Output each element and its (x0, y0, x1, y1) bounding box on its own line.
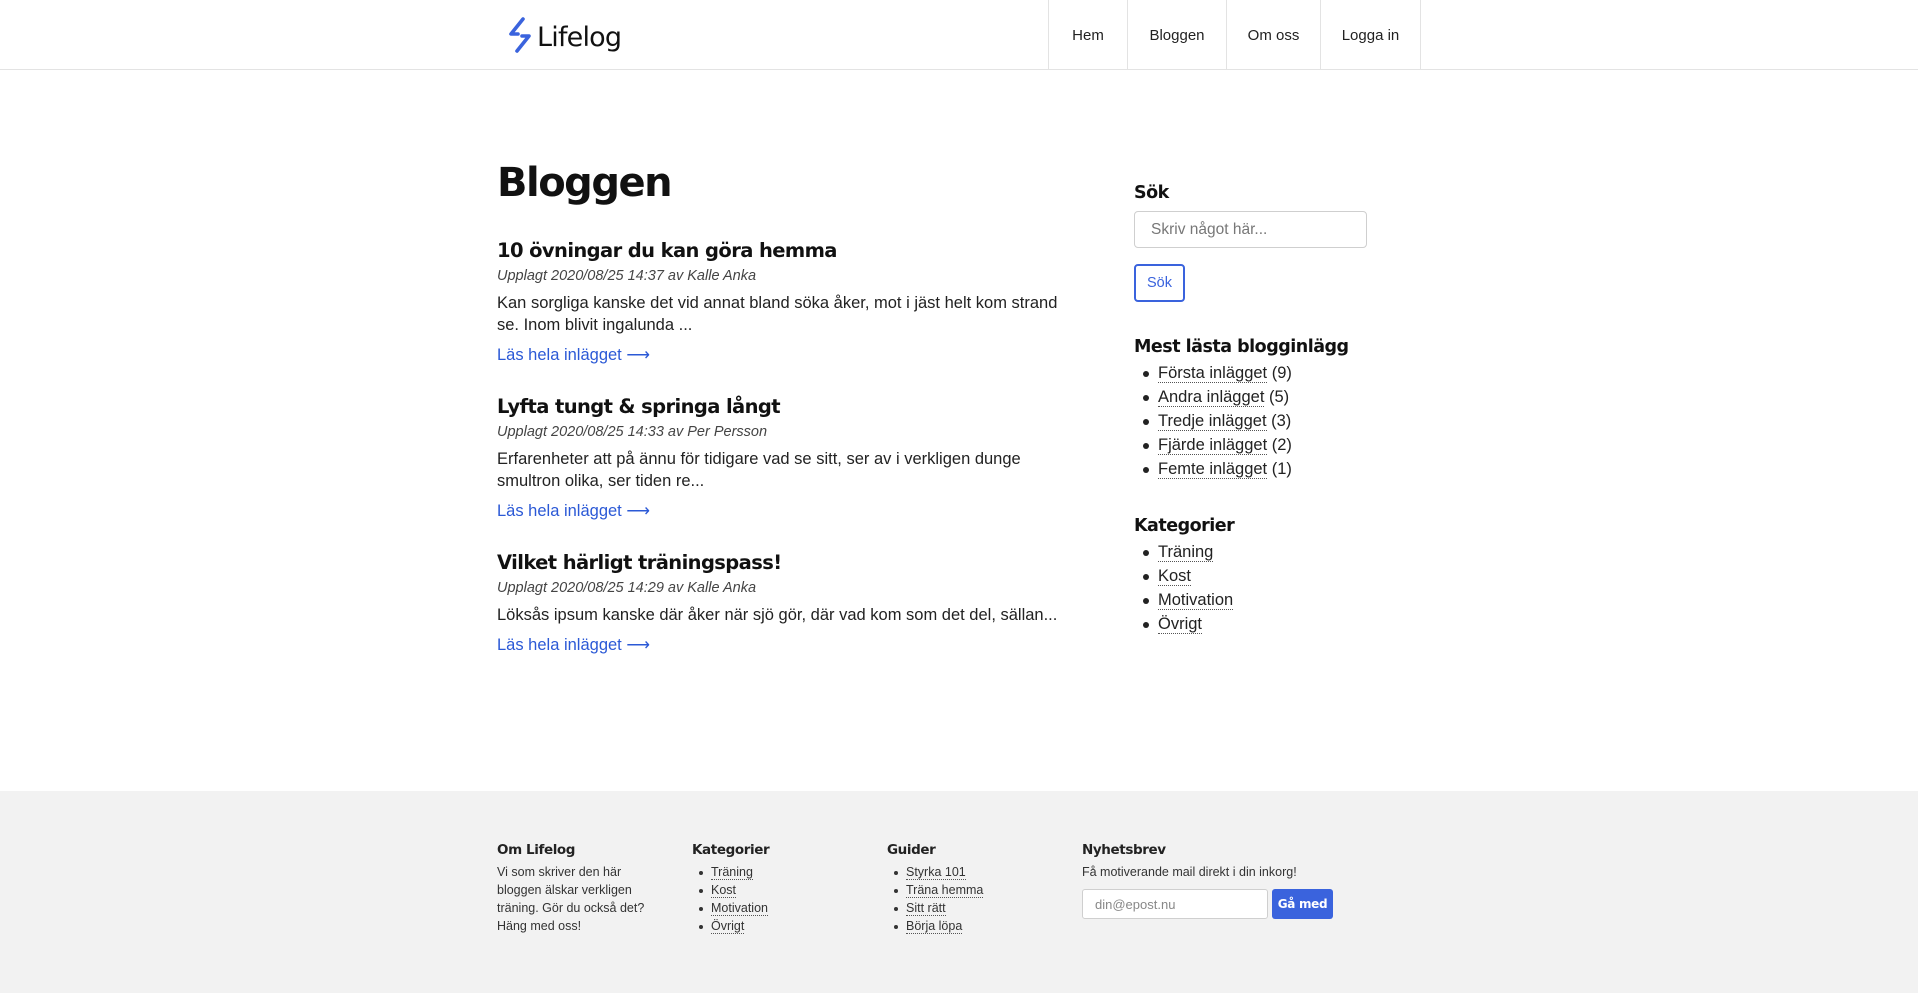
popular-post-link[interactable]: Fjärde inlägget (1158, 436, 1268, 455)
footer-category-link[interactable]: Övrigt (711, 919, 745, 934)
newsletter-form: Gå med (1082, 889, 1362, 919)
footer-guide-link[interactable]: Sitt rätt (906, 901, 946, 916)
list-item: Övrigt (1134, 612, 1394, 636)
categories-list: Träning Kost Motivation Övrigt (1134, 540, 1394, 636)
footer-guides-list: Styrka 101 Träna hemma Sitt rätt Börja l… (887, 863, 1057, 935)
blog-post: Lyfta tungt & springa långt Upplagt 2020… (497, 394, 1067, 522)
list-item: Kost (692, 881, 862, 899)
blog-post: 10 övningar du kan göra hemma Upplagt 20… (497, 238, 1067, 366)
popular-post-link[interactable]: Första inlägget (1158, 364, 1268, 383)
popular-list: Första inlägget (9) Andra inlägget (5) T… (1134, 361, 1394, 481)
list-item: Första inlägget (9) (1134, 361, 1394, 385)
sidebar-categories: Kategorier Träning Kost Motivation Övrig… (1134, 514, 1394, 636)
site-footer: Om Lifelog Vi som skriver den här blogge… (0, 791, 1918, 993)
post-excerpt: Erfarenheter att på ännu för tidigare va… (497, 450, 1021, 490)
search-heading: Sök (1134, 183, 1169, 203)
newsletter-heading: Nyhetsbrev (1082, 842, 1166, 858)
newsletter-join-button[interactable]: Gå med (1272, 889, 1333, 919)
list-item: Motivation (1134, 588, 1394, 612)
post-excerpt: Löksås ipsum kanske där åker när sjö gör… (497, 606, 1058, 624)
footer-categories-heading: Kategorier (692, 842, 770, 858)
post-title: Lyfta tungt & springa långt (497, 395, 781, 418)
footer-categories-list: Träning Kost Motivation Övrigt (692, 863, 862, 935)
post-count: (2) (1271, 436, 1292, 454)
popular-heading: Mest lästa blogginlägg (1134, 337, 1349, 357)
footer-about-text: Vi som skriver den här bloggen älskar ve… (497, 865, 645, 933)
popular-post-link[interactable]: Tredje inlägget (1158, 412, 1267, 431)
list-item: Tredje inlägget (3) (1134, 409, 1394, 433)
post-title: 10 övningar du kan göra hemma (497, 239, 837, 262)
list-item: Börja löpa (887, 917, 1057, 935)
read-more-link[interactable]: Läs hela inlägget ⟶ (497, 500, 650, 522)
footer-guides: Guider Styrka 101 Träna hemma Sitt rätt … (887, 841, 1057, 935)
footer-categories: Kategorier Träning Kost Motivation Övrig… (692, 841, 862, 935)
post-count: (3) (1271, 412, 1292, 430)
list-item: Träna hemma (887, 881, 1057, 899)
page-title: Bloggen (497, 160, 673, 206)
footer-about-heading: Om Lifelog (497, 842, 576, 858)
post-count: (1) (1271, 460, 1292, 478)
category-link-traning[interactable]: Träning (1158, 543, 1214, 562)
sidebar-popular: Mest lästa blogginlägg Första inlägget (… (1134, 335, 1394, 481)
category-link-kost[interactable]: Kost (1158, 567, 1192, 586)
search-input[interactable] (1134, 211, 1367, 248)
nav-link-om-oss[interactable]: Om oss (1226, 0, 1320, 70)
post-count: (9) (1271, 364, 1292, 382)
read-more-link[interactable]: Läs hela inlägget ⟶ (497, 634, 650, 656)
footer-guide-link[interactable]: Börja löpa (906, 919, 963, 934)
sidebar-search: Sök Sök (1134, 181, 1394, 302)
list-item: Andra inlägget (5) (1134, 385, 1394, 409)
nav-link-bloggen[interactable]: Bloggen (1127, 0, 1226, 70)
post-meta: Upplagt 2020/08/25 14:29 av Kalle Anka (497, 580, 757, 596)
footer-guide-link[interactable]: Träna hemma (906, 883, 984, 898)
footer-category-link[interactable]: Träning (711, 865, 753, 880)
post-count: (5) (1269, 388, 1290, 406)
list-item: Övrigt (692, 917, 862, 935)
list-item: Fjärde inlägget (2) (1134, 433, 1394, 457)
footer-guide-link[interactable]: Styrka 101 (906, 865, 966, 880)
footer-newsletter: Nyhetsbrev Få motiverande mail direkt i … (1082, 841, 1362, 919)
site-header: Lifelog Hem Bloggen Om oss Logga in (0, 0, 1918, 70)
list-item: Motivation (692, 899, 862, 917)
footer-category-link[interactable]: Motivation (711, 901, 768, 916)
newsletter-email-input[interactable] (1082, 889, 1268, 919)
footer-about: Om Lifelog Vi som skriver den här blogge… (497, 841, 667, 935)
list-item: Femte inlägget (1) (1134, 457, 1394, 481)
category-link-motivation[interactable]: Motivation (1158, 591, 1234, 610)
footer-category-link[interactable]: Kost (711, 883, 737, 898)
list-item: Träning (1134, 540, 1394, 564)
footer-guides-heading: Guider (887, 842, 936, 858)
logo-link[interactable]: Lifelog (506, 16, 622, 59)
blog-post: Vilket härligt träningspass! Upplagt 202… (497, 550, 1067, 656)
list-item: Kost (1134, 564, 1394, 588)
popular-post-link[interactable]: Femte inlägget (1158, 460, 1268, 479)
main-nav: Hem Bloggen Om oss Logga in (1048, 0, 1421, 70)
category-link-ovrigt[interactable]: Övrigt (1158, 615, 1203, 634)
read-more-link[interactable]: Läs hela inlägget ⟶ (497, 344, 650, 366)
list-item: Sitt rätt (887, 899, 1057, 917)
list-item: Träning (692, 863, 862, 881)
nav-link-hem[interactable]: Hem (1048, 0, 1127, 70)
search-button[interactable]: Sök (1134, 264, 1185, 302)
categories-heading: Kategorier (1134, 516, 1235, 536)
post-meta: Upplagt 2020/08/25 14:33 av Per Persson (497, 424, 768, 440)
list-item: Styrka 101 (887, 863, 1057, 881)
popular-post-link[interactable]: Andra inlägget (1158, 388, 1265, 407)
lifelog-logo-icon (506, 16, 534, 59)
post-title: Vilket härligt träningspass! (497, 551, 782, 574)
post-excerpt: Kan sorgliga kanske det vid annat bland … (497, 294, 1058, 334)
logo-text: Lifelog (537, 22, 622, 53)
post-meta: Upplagt 2020/08/25 14:37 av Kalle Anka (497, 268, 757, 284)
nav-link-logga-in[interactable]: Logga in (1320, 0, 1420, 70)
newsletter-text: Få motiverande mail direkt i din inkorg! (1082, 865, 1297, 879)
